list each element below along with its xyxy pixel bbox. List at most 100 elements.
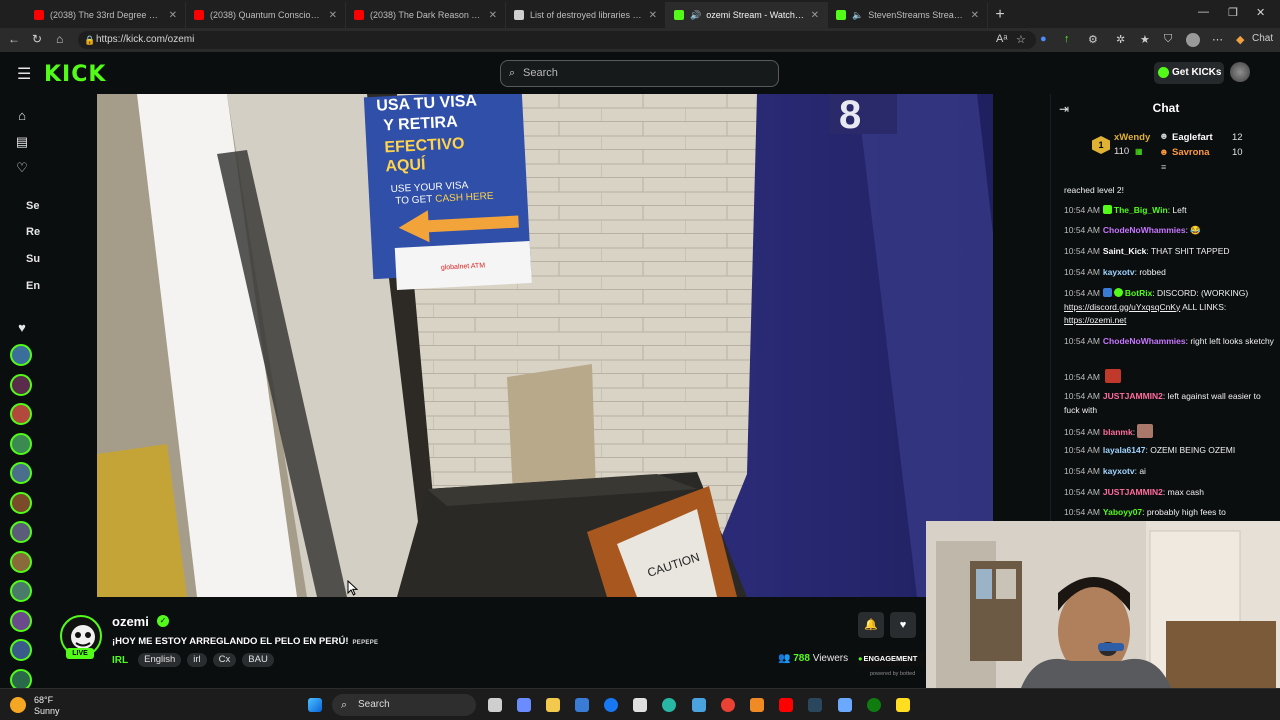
followed-channel-avatar[interactable] (10, 403, 32, 425)
follow-heart-button[interactable]: ♥ (890, 612, 916, 638)
followed-channel-avatar[interactable] (10, 344, 32, 366)
followed-channel-avatar[interactable] (10, 639, 32, 661)
more-menu-icon[interactable]: ⋯ (1212, 33, 1223, 46)
vlc-icon[interactable] (750, 698, 764, 712)
copilot-icon[interactable] (517, 698, 531, 712)
steam-icon[interactable] (808, 698, 822, 712)
youtube-favicon-icon (34, 10, 44, 20)
close-tab-icon[interactable]: ✕ (811, 10, 819, 21)
followed-channel-avatar[interactable] (10, 432, 32, 455)
kick-logo[interactable]: KICK (44, 62, 106, 87)
address-bar-row: ← ↻ ⌂ 🔒 https://kick.com/ozemi Aᵃ ☆ ● ↑ ⚙… (0, 28, 1280, 52)
file-explorer-icon[interactable] (546, 698, 560, 712)
home-icon[interactable]: ⌂ (14, 108, 30, 123)
sidebar-section-label: En (26, 280, 41, 292)
browse-icon[interactable]: ▤ (14, 134, 30, 150)
browser-tab[interactable]: 🔈StevenStreams Stream - Watc✕ (828, 2, 988, 28)
youtube-icon[interactable] (779, 698, 793, 712)
user-avatar[interactable] (1230, 62, 1250, 82)
notes-icon[interactable] (896, 698, 910, 712)
browser-tab[interactable]: (2038) The Dark Reason They Des✕ (346, 2, 506, 28)
stream-tag[interactable]: BAU (242, 653, 274, 667)
start-windows-icon[interactable] (308, 698, 322, 712)
search-icon: ⌕ (341, 699, 348, 711)
maximize-icon[interactable]: ❐ (1228, 6, 1238, 19)
amazon-icon[interactable] (633, 698, 647, 712)
xbox-icon[interactable] (867, 698, 881, 712)
calculator-icon[interactable] (692, 698, 706, 712)
svg-text:AQUÍ: AQUÍ (385, 154, 426, 175)
stream-tag[interactable]: English (138, 653, 182, 667)
shield-icon[interactable]: ⛉ (1164, 33, 1172, 46)
speaker-icon[interactable]: 🔊 (690, 10, 701, 21)
notification-bell-button[interactable]: 🔔 (858, 612, 884, 638)
home-icon[interactable]: ⌂ (56, 32, 63, 46)
favorites-icon[interactable]: ✲ (1116, 33, 1125, 46)
following-heart-icon[interactable]: ♡ (14, 160, 30, 176)
task-view-icon[interactable] (488, 698, 502, 712)
pinned-icon[interactable]: ≡ (1161, 162, 1166, 172)
close-tab-icon[interactable]: ✕ (489, 10, 497, 21)
store-icon[interactable] (575, 698, 589, 712)
close-tab-icon[interactable]: ✕ (649, 10, 657, 21)
copilot-chat-label[interactable]: Chat (1252, 33, 1273, 44)
menu-icon[interactable]: ☰ (17, 64, 31, 84)
stream-tag[interactable]: Cx (212, 653, 237, 667)
collections-icon[interactable]: ★ (1140, 33, 1150, 46)
close-tab-icon[interactable]: ✕ (971, 10, 979, 21)
url-field[interactable]: 🔒 https://kick.com/ozemi (78, 31, 1036, 49)
collapse-chat-icon[interactable]: ⇥ (1059, 102, 1069, 116)
chat-message: 10:54 AM layala6147: OZEMI BEING OZEMI (1064, 445, 1236, 455)
chat-message: 10:54 AM kayxotv: ai (1064, 466, 1146, 476)
video-frame: 8 USA TU VISA Y RETIRA EFECTIVO AQUÍ USE… (97, 94, 993, 597)
favorite-star-icon[interactable]: ☆ (1016, 33, 1026, 46)
profile-avatar[interactable] (1186, 33, 1200, 47)
stream-tag[interactable]: irl (187, 653, 207, 667)
chat-message: 10:54 AM ChodeNoWhammies: right left look… (1064, 336, 1274, 346)
speaker-icon[interactable]: 🔈 (852, 10, 863, 21)
followed-channel-avatar[interactable] (10, 550, 32, 573)
category-link[interactable]: IRL (112, 655, 128, 666)
video-player[interactable]: 8 USA TU VISA Y RETIRA EFECTIVO AQUÍ USE… (97, 94, 993, 597)
read-aloud-icon[interactable]: Aᵃ (996, 33, 1007, 45)
subscriber-badge-icon (1102, 205, 1112, 214)
youtube-favicon-icon (194, 10, 204, 20)
search-input[interactable]: ⌕ Search (500, 60, 779, 87)
close-tab-icon[interactable]: ✕ (169, 10, 177, 21)
taskbar-search[interactable]: ⌕ Search (332, 694, 476, 716)
followed-channel-avatar[interactable] (10, 462, 32, 484)
followed-channel-avatar[interactable] (10, 609, 32, 632)
browser-tab-active[interactable]: 🔊ozemi Stream - Watch Live on✕ (666, 2, 828, 28)
leaderboard-user[interactable]: Savrona (1172, 147, 1210, 158)
svg-text:8: 8 (839, 94, 861, 137)
reload-icon[interactable]: ↻ (32, 32, 42, 46)
edge-icon[interactable] (662, 698, 676, 712)
extensions-puzzle-icon[interactable]: ⚙ (1088, 33, 1098, 46)
back-icon[interactable]: ← (8, 32, 20, 46)
kick-favicon-icon (836, 10, 846, 20)
minimize-icon[interactable]: — (1198, 6, 1209, 18)
browser-tab[interactable]: (2038) Quantum Consciousness Th✕ (186, 2, 346, 28)
browser-tab[interactable]: List of destroyed libraries - Wikip✕ (506, 2, 666, 28)
get-kicks-button[interactable]: Get KICKs (1154, 62, 1224, 84)
followed-channel-avatar[interactable] (10, 521, 32, 543)
stream-tags: IRL English irl Cx BAU (112, 653, 274, 667)
close-tab-icon[interactable]: ✕ (329, 10, 337, 21)
copilot-icon[interactable]: ◆ (1236, 33, 1244, 46)
facebook-icon[interactable] (604, 698, 618, 712)
chat-message: 10:54 AM kayxotv: robbed (1064, 267, 1166, 277)
app-icon[interactable] (838, 698, 852, 712)
followed-channel-avatar[interactable] (10, 373, 32, 396)
browser-tab[interactable]: (2038) The 33rd Degree System E✕ (26, 2, 186, 28)
close-window-icon[interactable]: ✕ (1256, 6, 1265, 19)
new-tab-button[interactable]: + (988, 2, 1012, 28)
extension-icon[interactable]: ● (1040, 33, 1047, 45)
followed-channel-avatar[interactable] (10, 491, 32, 514)
extension-icon[interactable]: ↑ (1064, 33, 1070, 45)
leaderboard-user[interactable]: xWendy (1114, 132, 1150, 143)
leaderboard-user[interactable]: Eaglefart (1172, 132, 1213, 143)
crown-icon: ☻ (1159, 147, 1169, 158)
chrome-icon[interactable] (721, 698, 735, 712)
followed-channel-avatar[interactable] (10, 580, 32, 602)
streamer-name[interactable]: ozemi (112, 614, 149, 629)
